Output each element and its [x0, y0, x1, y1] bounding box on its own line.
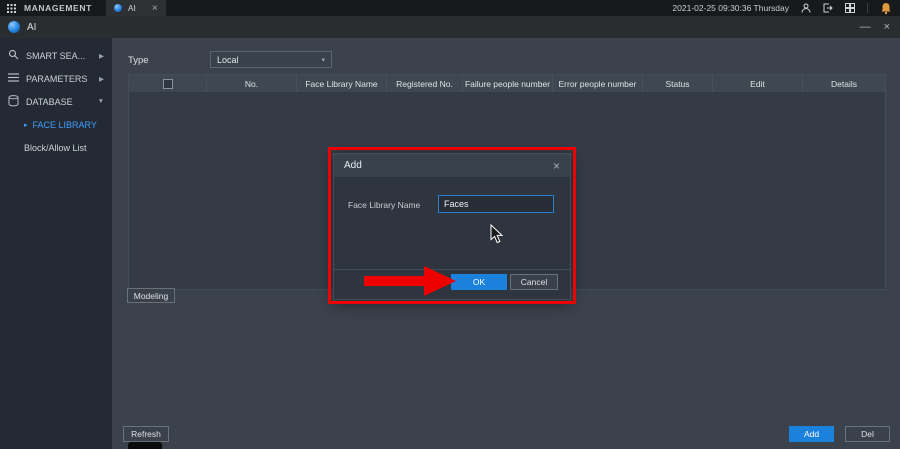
sidebar-item-label: SMART SEA... — [26, 51, 85, 61]
database-icon — [8, 95, 19, 109]
modeling-button[interactable]: Modeling — [127, 288, 175, 303]
table-header-row: No. Face Library Name Registered No. Fai… — [129, 75, 885, 92]
window-controls: — × — [860, 21, 900, 33]
sidebar-item-parameters[interactable]: PARAMETERS ▶ — [0, 67, 112, 90]
column-header-error-people-number: Error people number — [553, 75, 643, 92]
add-dialog-title-bar: Add × — [334, 154, 570, 177]
sidebar-subitem-label: FACE LIBRARY — [33, 120, 97, 130]
del-button[interactable]: Del — [845, 426, 890, 442]
sidebar-subitem-face-library[interactable]: ▸ FACE LIBRARY — [0, 113, 112, 136]
minimize-icon[interactable]: — — [860, 21, 871, 33]
add-dialog: Add × Face Library Name OK Cancel — [333, 153, 571, 300]
alarm-icon[interactable] — [880, 2, 892, 15]
sidebar-subitem-block-allow-list[interactable]: Block/Allow List — [0, 136, 112, 159]
chevron-right-icon: ▸ — [24, 121, 28, 129]
logout-icon[interactable] — [823, 3, 833, 13]
add-dialog-body: Face Library Name OK Cancel — [334, 177, 570, 300]
add-dialog-title: Add — [344, 160, 362, 171]
tab-close-icon[interactable]: × — [152, 3, 158, 14]
chevron-down-icon: ▼ — [98, 98, 104, 105]
type-label: Type — [128, 55, 149, 66]
user-icon[interactable] — [801, 3, 811, 13]
taskbar-tab-label: AI — [128, 3, 136, 13]
column-header-status: Status — [643, 75, 713, 92]
face-library-name-label: Face Library Name — [348, 200, 420, 210]
ai-app-icon — [114, 4, 122, 12]
sidebar-subitem-label: Block/Allow List — [24, 143, 87, 153]
smart-search-icon — [8, 49, 19, 62]
column-header-details: Details — [803, 75, 885, 92]
app-launcher-grid-icon[interactable] — [7, 4, 16, 13]
column-header-edit: Edit — [713, 75, 803, 92]
dropdown-arrow-icon: ▾ — [321, 56, 325, 64]
column-header-face-library-name: Face Library Name — [297, 75, 387, 92]
chevron-right-icon: ▶ — [99, 75, 104, 83]
select-all-cell — [129, 75, 207, 92]
modules-grid-icon[interactable] — [845, 3, 855, 13]
select-all-checkbox[interactable] — [163, 79, 173, 89]
refresh-button[interactable]: Refresh — [123, 426, 169, 442]
window-title-bar: AI — × — [0, 16, 900, 38]
chevron-right-icon: ▶ — [99, 52, 104, 60]
dialog-close-icon[interactable]: × — [553, 159, 560, 173]
ai-window-icon — [8, 21, 20, 33]
column-header-registered-no: Registered No. — [387, 75, 463, 92]
add-button[interactable]: Add — [789, 426, 834, 442]
datetime-display: 2021-02-25 09:30:36 Thursday — [672, 3, 789, 13]
close-icon[interactable]: × — [884, 21, 890, 33]
sidebar-item-label: PARAMETERS — [26, 74, 87, 84]
type-dropdown[interactable]: Local ▾ — [210, 51, 332, 68]
dialog-footer-divider — [334, 269, 570, 270]
ok-button[interactable]: OK — [451, 274, 507, 290]
type-dropdown-value: Local — [217, 55, 239, 65]
sidebar-item-database[interactable]: DATABASE ▼ — [0, 90, 112, 113]
taskbar-right-cluster: 2021-02-25 09:30:36 Thursday — [672, 2, 900, 15]
management-brand-label: MANAGEMENT — [24, 3, 92, 13]
taskbar-peek — [128, 442, 162, 449]
taskbar-divider — [867, 3, 868, 13]
taskbar-tab-ai[interactable]: AI × — [106, 0, 166, 16]
column-header-no: No. — [207, 75, 297, 92]
window-title: AI — [27, 22, 36, 33]
top-taskbar: MANAGEMENT AI × 2021-02-25 09:30:36 Thur… — [0, 0, 900, 16]
sidebar: SMART SEA... ▶ PARAMETERS ▶ DATABASE ▼ ▸… — [0, 38, 112, 449]
column-header-failure-people-number: Failure people number — [463, 75, 553, 92]
cancel-button[interactable]: Cancel — [510, 274, 558, 290]
sidebar-item-smart-search[interactable]: SMART SEA... ▶ — [0, 44, 112, 67]
face-library-name-input[interactable] — [438, 195, 554, 213]
parameters-list-icon — [8, 72, 19, 85]
sidebar-item-label: DATABASE — [26, 97, 73, 107]
